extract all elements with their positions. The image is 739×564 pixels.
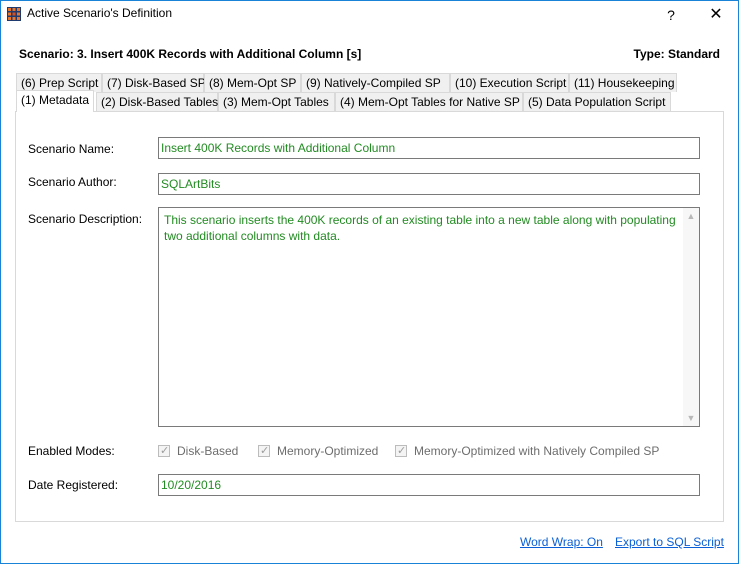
- tab-natively-compiled-sp[interactable]: (9) Natively-Compiled SP: [301, 73, 450, 92]
- title-bar: Active Scenario's Definition ? ✕: [1, 1, 738, 29]
- help-button[interactable]: ?: [656, 3, 686, 27]
- tab-metadata[interactable]: (1) Metadata: [16, 90, 94, 112]
- scenario-title: Scenario: 3. Insert 400K Records with Ad…: [19, 47, 362, 61]
- enabled-modes-label: Enabled Modes:: [28, 444, 115, 458]
- tab-disk-based-tables[interactable]: (2) Disk-Based Tables: [96, 92, 218, 111]
- tab-disk-based-sp[interactable]: (7) Disk-Based SP: [102, 73, 206, 92]
- scenario-type: Type: Standard: [633, 47, 720, 61]
- tab-housekeeping[interactable]: (11) Housekeeping: [569, 73, 677, 92]
- scenario-author-label: Scenario Author:: [28, 175, 117, 189]
- checkbox-check-icon[interactable]: ✓: [258, 445, 270, 457]
- tab-execution-script[interactable]: (10) Execution Script: [450, 73, 569, 92]
- tab-mem-opt-tables[interactable]: (3) Mem-Opt Tables: [218, 92, 335, 111]
- word-wrap-link[interactable]: Word Wrap: On: [520, 535, 603, 549]
- scenario-description-text: This scenario inserts the 400K records o…: [164, 213, 676, 243]
- scroll-up-icon[interactable]: ▲: [683, 208, 699, 224]
- date-registered-field[interactable]: 10/20/2016: [158, 474, 700, 496]
- tab-mem-opt-tables-native-sp[interactable]: (4) Mem-Opt Tables for Native SP: [335, 92, 523, 111]
- close-button[interactable]: ✕: [701, 3, 731, 27]
- natively-compiled-label: Memory-Optimized with Natively Compiled …: [414, 444, 660, 458]
- checkbox-check-icon[interactable]: ✓: [395, 445, 407, 457]
- date-registered-label: Date Registered:: [28, 478, 119, 492]
- scroll-down-icon[interactable]: ▼: [683, 410, 699, 426]
- scenario-description-label: Scenario Description:: [28, 212, 143, 226]
- tab-mem-opt-sp[interactable]: (8) Mem-Opt SP: [204, 73, 301, 92]
- description-scrollbar[interactable]: ▲ ▼: [683, 208, 699, 426]
- app-grid-icon: [7, 7, 21, 21]
- scenario-name-label: Scenario Name:: [28, 142, 115, 156]
- tab-data-population-script[interactable]: (5) Data Population Script: [523, 92, 671, 111]
- checkbox-check-icon[interactable]: ✓: [158, 445, 170, 457]
- export-sql-script-link[interactable]: Export to SQL Script: [615, 535, 724, 549]
- scenario-description-textarea[interactable]: This scenario inserts the 400K records o…: [158, 207, 700, 427]
- disk-based-label: Disk-Based: [177, 444, 239, 458]
- scenario-author-field[interactable]: SQLArtBits: [158, 173, 700, 195]
- memory-optimized-label: Memory-Optimized: [277, 444, 379, 458]
- scenario-name-field[interactable]: Insert 400K Records with Additional Colu…: [158, 137, 700, 159]
- dialog-window: Active Scenario's Definition ? ✕ Scenari…: [0, 0, 739, 564]
- window-title: Active Scenario's Definition: [27, 6, 173, 20]
